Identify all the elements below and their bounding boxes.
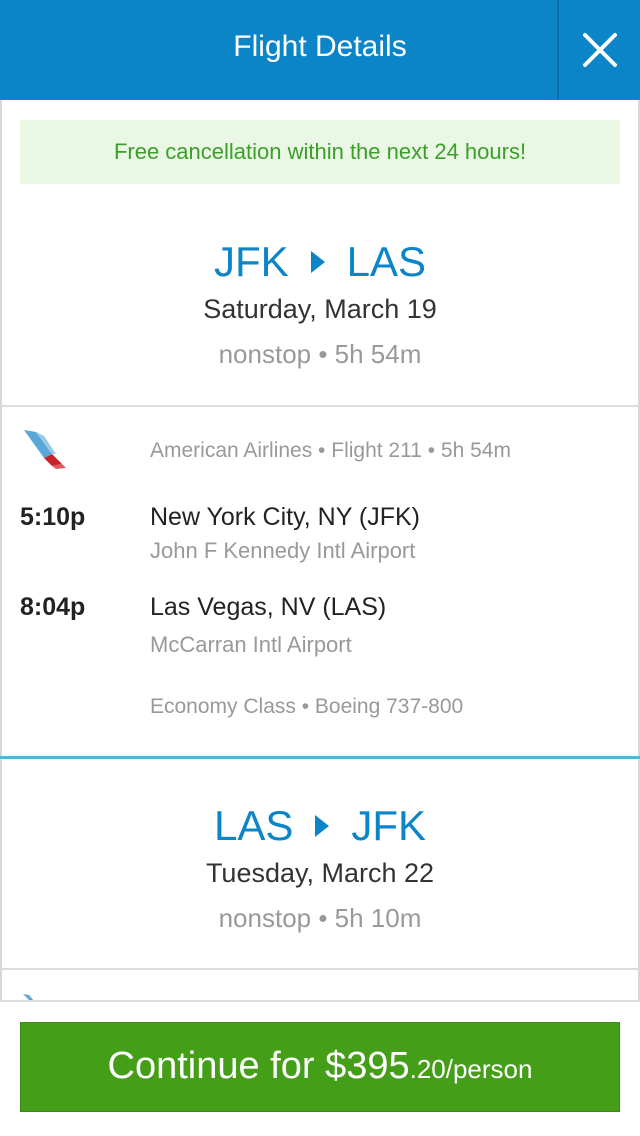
divider (0, 405, 640, 407)
route-arrow-icon (310, 251, 325, 273)
depart-city: New York City, NY (JFK) (150, 503, 420, 531)
outbound-date: Saturday, March 19 (203, 294, 437, 324)
depart-airport: John F Kennedy Intl Airport (150, 538, 416, 563)
outbound-origin: JFK (213, 238, 289, 285)
header-bar: Flight Details (0, 0, 640, 100)
depart-time: 5:10p (20, 503, 86, 531)
free-cancellation-notice: Free cancellation within the next 24 hou… (20, 120, 620, 184)
outbound-meta: nonstop • 5h 54m (218, 339, 422, 369)
divider (0, 968, 640, 970)
american-airlines-logo (24, 430, 66, 469)
return-leg-summary[interactable]: LAS JFK Tuesday, March 22 nonstop • 5h 1… (0, 800, 640, 934)
arrive-time: 8:04p (20, 593, 86, 621)
return-destination: JFK (351, 802, 427, 849)
close-icon (582, 33, 617, 67)
arrive-airport: McCarran Intl Airport (150, 632, 352, 657)
arrive-city: Las Vegas, NV (LAS) (150, 593, 387, 621)
return-meta: nonstop • 5h 10m (218, 903, 422, 933)
segment-info: American Airlines • Flight 211 • 5h 54m (150, 439, 511, 462)
leg-separator (0, 756, 640, 759)
continue-button[interactable]: Continue for $395 .20/person (20, 1022, 620, 1112)
close-button[interactable] (559, 0, 640, 100)
return-origin: LAS (213, 802, 294, 849)
page-title: Flight Details (233, 30, 407, 63)
route-arrow-icon (315, 815, 330, 837)
outbound-route: JFK LAS (0, 236, 640, 288)
return-route: LAS JFK (0, 800, 640, 852)
continue-price: Continue for $395 (107, 1045, 410, 1087)
outbound-destination: LAS (346, 238, 427, 285)
cabin-aircraft-info: Economy Class • Boeing 737-800 (150, 695, 464, 718)
outbound-leg-summary[interactable]: JFK LAS Saturday, March 19 nonstop • 5h … (0, 236, 640, 370)
return-date: Tuesday, March 22 (205, 858, 435, 888)
continue-price-suffix: .20/person (409, 1054, 533, 1084)
